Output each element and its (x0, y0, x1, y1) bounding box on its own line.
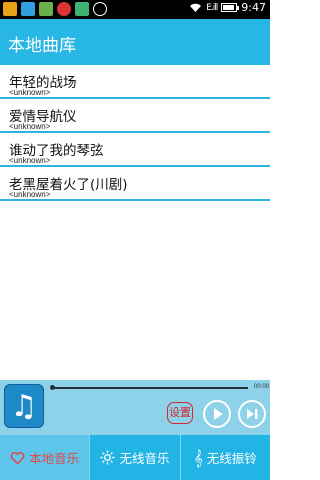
settings-button[interactable]: 设置 (167, 402, 193, 424)
upload-icon (93, 2, 107, 16)
tab-label: 无线音乐 (119, 451, 170, 466)
page-title: 本地曲库 (8, 36, 76, 56)
browser-icon (57, 2, 71, 16)
progress-thumb[interactable] (50, 385, 55, 390)
play-button[interactable] (203, 400, 231, 428)
progress-bar[interactable] (52, 387, 248, 389)
image-icon (39, 2, 53, 16)
song-list: 年轻的战场 <unknown> 爱情导航仪 <unknown> 谁动了我的琴弦 … (0, 65, 270, 201)
status-bar-notifications (3, 2, 107, 16)
play-icon (214, 408, 223, 420)
heart-icon (10, 451, 25, 465)
skip-next-icon (247, 409, 258, 419)
tab-wireless-music[interactable]: 无线音乐 (89, 435, 179, 480)
song-artist: <unknown> (9, 122, 51, 131)
status-bar: E.ill 9:47 (0, 0, 270, 19)
music-note-icon: ♫ (10, 389, 38, 424)
tab-local-music[interactable]: 本地音乐 (0, 435, 90, 480)
song-artist: <unknown> (9, 88, 51, 97)
song-list-item[interactable]: 年轻的战场 <unknown> (0, 65, 270, 99)
album-art[interactable]: ♫ (4, 384, 44, 428)
song-list-item[interactable]: 爱情导航仪 <unknown> (0, 99, 270, 133)
notification-icon (3, 2, 17, 16)
next-button[interactable] (238, 400, 266, 428)
sun-icon (100, 450, 116, 465)
battery-icon (221, 3, 240, 12)
song-artist: <unknown> (9, 156, 51, 165)
song-list-item[interactable]: 谁动了我的琴弦 <unknown> (0, 133, 270, 167)
music-icon (21, 2, 35, 16)
status-time: 9:47 (241, 1, 266, 14)
song-artist: <unknown> (9, 190, 51, 199)
elapsed-time: 00:00 (253, 384, 269, 390)
song-list-item[interactable]: 老黑屋着火了(川剧) <unknown> (0, 167, 270, 201)
bottom-tab-bar: 本地音乐 无线音乐 𝄞 无线振铃 (0, 435, 270, 480)
treble-clef-icon: 𝄞 (193, 448, 203, 467)
game-icon (75, 2, 89, 16)
mini-player: ♫ 00:00 设置 (0, 380, 270, 435)
tab-label: 无线振铃 (206, 451, 257, 466)
signal-indicator: E.ill (206, 2, 218, 13)
tab-label: 本地音乐 (29, 451, 80, 466)
wifi-icon (190, 3, 202, 12)
tab-wireless-ringtone[interactable]: 𝄞 无线振铃 (179, 435, 270, 480)
title-bar: 本地曲库 (0, 19, 270, 65)
